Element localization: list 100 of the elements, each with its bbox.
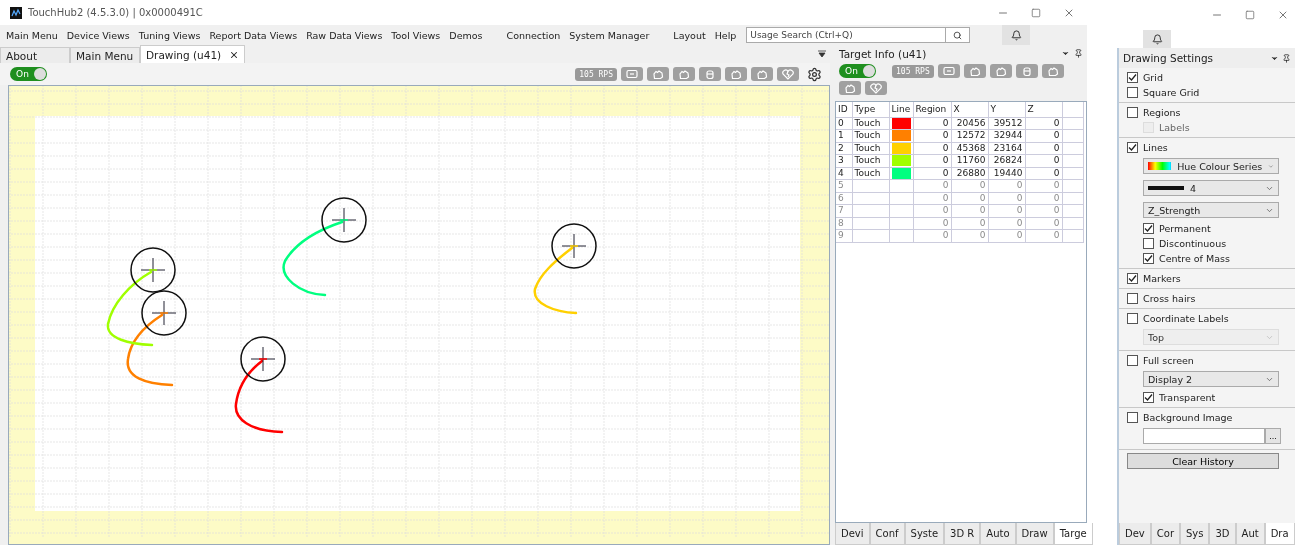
pin-icon[interactable]: [1074, 49, 1083, 58]
heart-button[interactable]: [777, 67, 799, 81]
menu-item[interactable]: Demos: [449, 29, 483, 41]
table-cell: 6: [836, 192, 852, 205]
panel-tab[interactable]: Sys: [1180, 523, 1210, 545]
table-cell: 0: [988, 229, 1025, 242]
panel-tab[interactable]: Targe: [1053, 523, 1093, 545]
table-cell: 26824: [988, 154, 1025, 167]
table-cell: 0: [1025, 217, 1062, 230]
hand-icon: [677, 68, 691, 80]
chat-button[interactable]: [937, 64, 960, 78]
column-header: Region: [913, 102, 951, 117]
gesture-button[interactable]: [989, 64, 1012, 78]
panel-tab[interactable]: Devi: [835, 523, 870, 545]
checkbox[interactable]: [1127, 72, 1138, 83]
close-icon[interactable]: [229, 49, 240, 60]
dropdown[interactable]: Display 2: [1143, 371, 1279, 387]
menu-item[interactable]: Device Views: [66, 29, 130, 41]
checkbox[interactable]: [1127, 412, 1138, 423]
gesture-button[interactable]: [1015, 64, 1038, 78]
settings-icon[interactable]: [807, 66, 822, 82]
column-header: Type: [852, 102, 889, 117]
gesture-button[interactable]: [673, 67, 695, 81]
search-icon[interactable]: [953, 30, 963, 40]
gesture-button[interactable]: [963, 64, 986, 78]
dropdown-icon[interactable]: [818, 50, 826, 58]
checkbox[interactable]: [1143, 238, 1154, 249]
menu-item[interactable]: Tool Views: [391, 29, 441, 41]
pin-icon[interactable]: [1281, 53, 1291, 63]
checkbox[interactable]: [1143, 253, 1154, 264]
table-cell: 3: [836, 154, 852, 167]
toggle-switch[interactable]: On: [10, 67, 47, 81]
gesture-button[interactable]: [647, 67, 669, 81]
panel-title: Target Info (u41): [839, 47, 928, 60]
gesture-button[interactable]: [699, 67, 721, 81]
gesture-button[interactable]: [751, 67, 773, 81]
checkbox[interactable]: [1143, 392, 1154, 403]
gesture-button[interactable]: [839, 81, 861, 95]
dropdown[interactable]: Hue Colour Series: [1143, 158, 1279, 174]
hand-icon: [1045, 65, 1060, 77]
menu-item[interactable]: Layout: [673, 29, 706, 41]
search-field[interactable]: Usage Search (Ctrl+Q): [746, 27, 947, 43]
menu-item[interactable]: Tuning Views: [138, 29, 201, 41]
panel-tab[interactable]: Syste: [904, 523, 945, 545]
menu-item[interactable]: Main Menu: [6, 29, 58, 41]
hue-gradient-icon: [1148, 162, 1172, 170]
gesture-button[interactable]: [725, 67, 747, 81]
input-field[interactable]: [1143, 428, 1265, 444]
maximize-icon[interactable]: [1244, 10, 1255, 20]
table-cell: Touch: [852, 142, 889, 155]
chat-button[interactable]: [621, 67, 643, 81]
panel-tab[interactable]: 3D R: [944, 523, 981, 545]
document-tab[interactable]: Main Menu: [70, 47, 140, 63]
checkbox[interactable]: [1127, 293, 1138, 304]
checkbox[interactable]: [1127, 313, 1138, 324]
table-cell: 8: [836, 217, 852, 230]
hand-icon: [993, 65, 1008, 77]
document-tab[interactable]: About: [0, 47, 70, 63]
menu-item[interactable]: Connection: [506, 29, 561, 41]
dropdown[interactable]: 4: [1143, 180, 1279, 196]
checkbox[interactable]: [1127, 107, 1138, 118]
hand-icon: [729, 68, 743, 80]
checkbox[interactable]: [1127, 355, 1138, 366]
panel-tab[interactable]: Cor: [1150, 523, 1180, 545]
table-cell: 0: [1025, 179, 1062, 192]
maximize-icon[interactable]: [1031, 7, 1041, 18]
menu-item[interactable]: Help: [714, 29, 737, 41]
hand-icon: [967, 65, 982, 77]
window-title: TouchHub2 (4.5.3.0) | 0x0000491C: [28, 7, 203, 18]
document-tab[interactable]: Drawing (u41): [140, 45, 246, 63]
checkbox[interactable]: [1127, 87, 1138, 98]
dropdown[interactable]: Z_Strength: [1143, 202, 1279, 218]
table-cell: 0: [951, 229, 988, 242]
toggle-switch[interactable]: On: [839, 64, 876, 78]
panel-tab[interactable]: Dev: [1119, 523, 1151, 545]
column-header: Line: [889, 102, 913, 117]
bell-icon: [1010, 29, 1022, 41]
notification-button[interactable]: [1002, 25, 1031, 45]
menu-item[interactable]: System Manager: [569, 29, 650, 41]
table-cell: Touch: [852, 154, 889, 167]
panel-tab[interactable]: Auto: [980, 523, 1016, 545]
table-cell: Touch: [852, 129, 889, 142]
notification-button[interactable]: [1143, 30, 1171, 48]
heart-button[interactable]: [865, 81, 887, 95]
browse-button[interactable]: ...: [1265, 428, 1281, 444]
panel-tab[interactable]: Conf: [869, 523, 905, 545]
checkbox[interactable]: [1143, 223, 1154, 234]
panel-tab[interactable]: Aut: [1235, 523, 1265, 545]
panel-tab[interactable]: Dra: [1264, 523, 1295, 545]
clear-history-button[interactable]: Clear History: [1127, 453, 1279, 469]
checkbox[interactable]: [1127, 273, 1138, 284]
menu-item[interactable]: Raw Data Views: [306, 29, 383, 41]
gesture-button[interactable]: [1041, 64, 1064, 78]
menu-item[interactable]: Report Data Views: [209, 29, 298, 41]
table-cell: 39512: [988, 117, 1025, 130]
dropdown-icon[interactable]: [1061, 49, 1070, 58]
panel-tab[interactable]: 3D: [1209, 523, 1236, 545]
panel-tab[interactable]: Draw: [1015, 523, 1054, 545]
checkbox[interactable]: [1127, 142, 1138, 153]
heart-icon: [869, 82, 883, 94]
